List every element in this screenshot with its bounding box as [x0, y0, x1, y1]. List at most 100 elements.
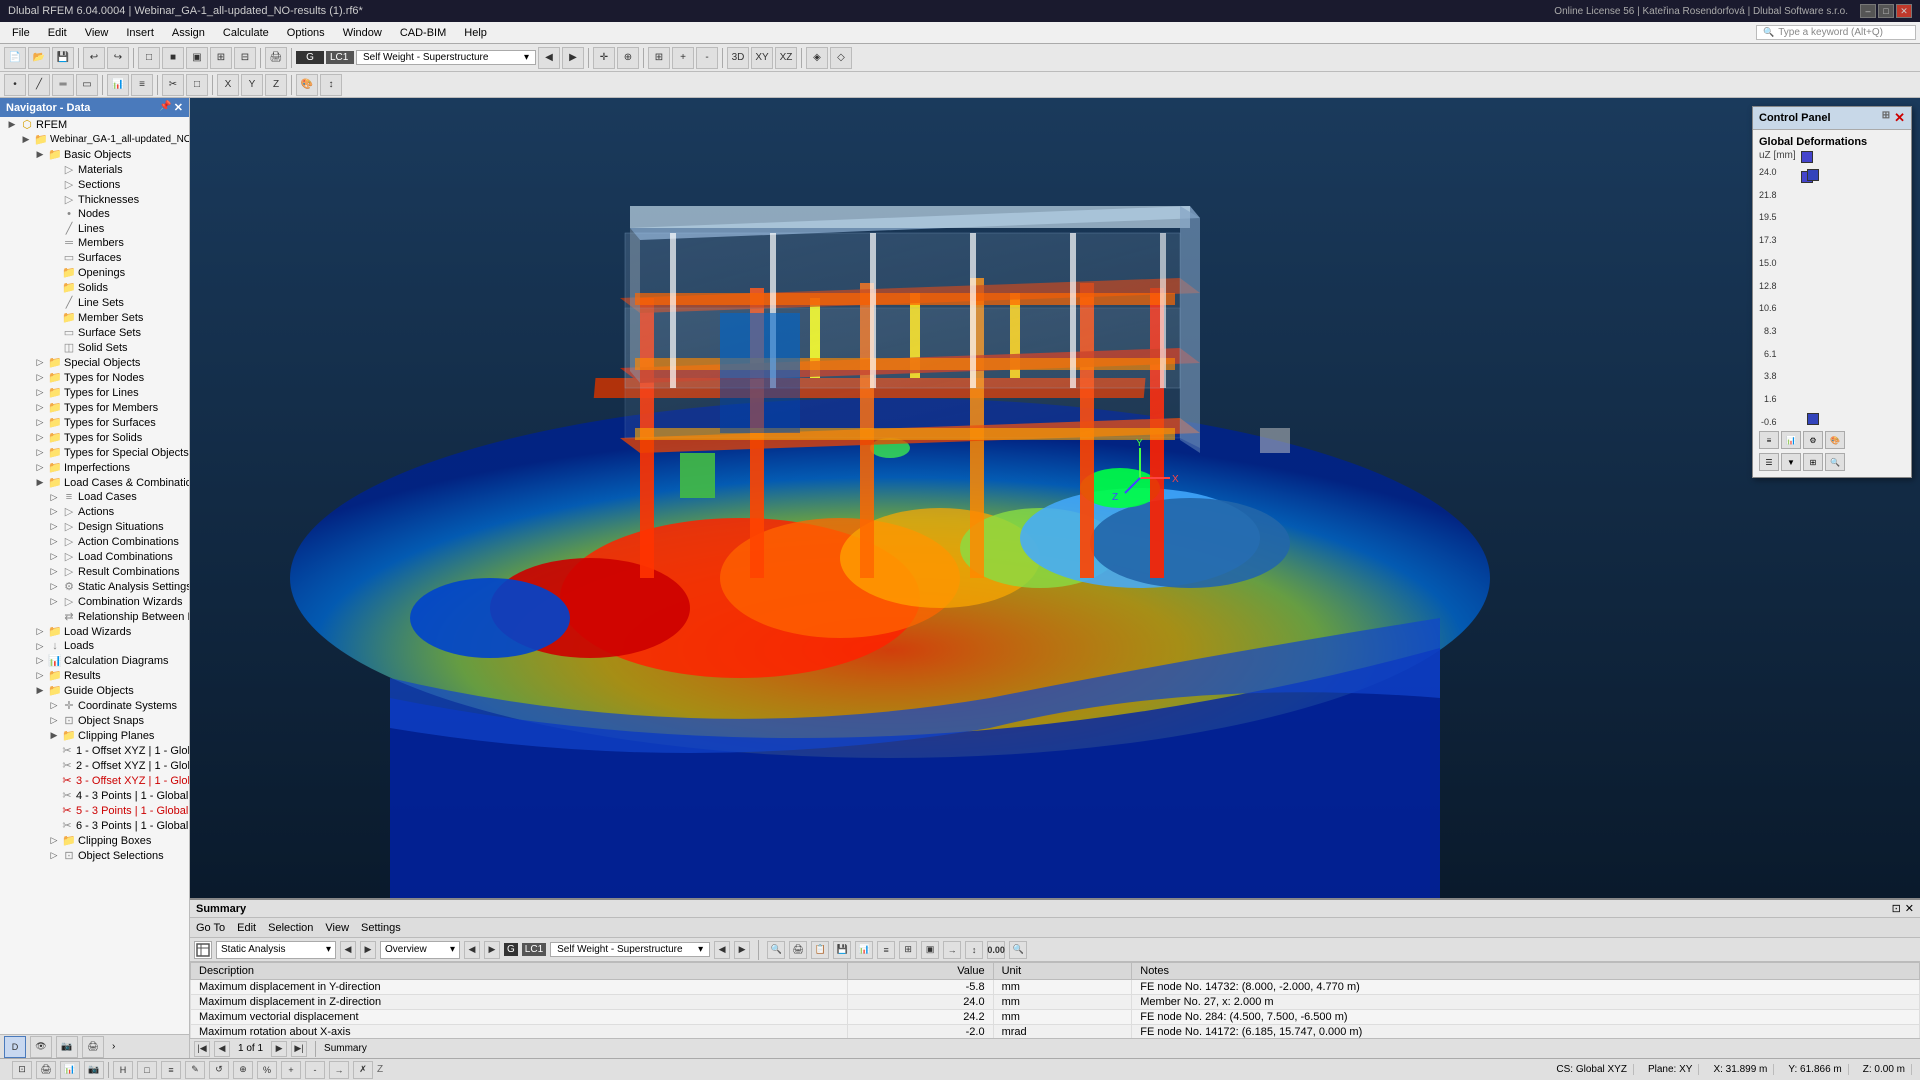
view-prev-btn[interactable]: ◀	[464, 941, 480, 959]
tree-calc-diagrams[interactable]: ▷ 📊 Calculation Diagrams	[0, 653, 189, 668]
analysis-nav-icon[interactable]	[194, 941, 212, 959]
status-btn4[interactable]: 📷	[84, 1061, 104, 1079]
summary-view[interactable]: View	[325, 922, 349, 934]
load-case-dropdown[interactable]: Self Weight - Superstructure ▾	[356, 50, 536, 65]
disp-color-btn[interactable]: 🎨	[296, 74, 318, 96]
sum-tb1[interactable]: 🔍	[767, 941, 785, 959]
status-btn7[interactable]: ≡	[161, 1061, 181, 1079]
new-btn[interactable]: 📄	[4, 47, 26, 69]
table-row[interactable]: Maximum vectorial displacement 24.2 mm F…	[191, 1010, 1920, 1025]
save-btn[interactable]: 💾	[52, 47, 74, 69]
analysis-type-dropdown[interactable]: Static Analysis ▾	[216, 941, 336, 959]
tree-project[interactable]: ▶ 📁 Webinar_GA-1_all-updated_NO-resul	[0, 132, 189, 147]
tree-relationship[interactable]: ⇄ Relationship Between Load C	[0, 609, 189, 624]
status-btn3[interactable]: 📊	[60, 1061, 80, 1079]
sum-search-btn[interactable]: 🔍	[1009, 941, 1027, 959]
tree-materials[interactable]: ▷ Materials	[0, 162, 189, 177]
cp-header-controls[interactable]: ⊞ ✕	[1882, 110, 1905, 126]
tree-static-settings[interactable]: ▷ ⚙ Static Analysis Settings	[0, 579, 189, 594]
wire-btn[interactable]: ◇	[830, 47, 852, 69]
last-page-btn[interactable]: ▶|	[291, 1041, 307, 1057]
cursor-btn[interactable]: ✛	[593, 47, 615, 69]
tree-object-snaps[interactable]: ▷ ⊡ Object Snaps	[0, 713, 189, 728]
tree-rfem[interactable]: ▶ ⬡ RFEM	[0, 117, 189, 132]
status-btn12[interactable]: +	[281, 1061, 301, 1079]
z-axis-btn[interactable]: Z	[265, 74, 287, 96]
tree-member-sets[interactable]: 📁 Member Sets	[0, 310, 189, 325]
summary-selection[interactable]: Selection	[268, 922, 313, 934]
summary-goto[interactable]: Go To	[196, 922, 225, 934]
tree-clip1[interactable]: ✂ 1 - Offset XYZ | 1 - Global X	[0, 743, 189, 758]
tree-guide-objects[interactable]: ▶ 📁 Guide Objects	[0, 683, 189, 698]
menu-assign[interactable]: Assign	[164, 25, 213, 41]
menu-cad-bim[interactable]: CAD-BIM	[392, 25, 454, 41]
status-btn2[interactable]: 🖨	[36, 1061, 56, 1079]
x-axis-btn[interactable]: X	[217, 74, 239, 96]
sum-tb6[interactable]: ≡	[877, 941, 895, 959]
tree-types-surfaces[interactable]: ▷ 📁 Types for Surfaces	[0, 415, 189, 430]
search-box[interactable]: 🔍 Type a keyword (Alt+Q)	[1756, 25, 1916, 40]
next-page-btn[interactable]: ▶	[271, 1041, 287, 1057]
tree-clip5[interactable]: ✂ 5 - 3 Points | 1 - Global XYZ	[0, 803, 189, 818]
nav-display-btn[interactable]: 👁	[30, 1036, 52, 1058]
box3-btn[interactable]: ▣	[186, 47, 208, 69]
nav-print-btn[interactable]: 🖨	[82, 1036, 104, 1058]
menu-view[interactable]: View	[77, 25, 117, 41]
viewxz-btn[interactable]: XZ	[775, 47, 797, 69]
viewxy-btn[interactable]: XY	[751, 47, 773, 69]
analysis-next-btn[interactable]: ▶	[360, 941, 376, 959]
sum-tb5[interactable]: 📊	[855, 941, 873, 959]
nav-close-btn[interactable]: ✕	[174, 101, 183, 114]
tree-clip6[interactable]: ✂ 6 - 3 Points | 1 - Global XYZ	[0, 818, 189, 833]
tree-load-cases[interactable]: ▷ ≡ Load Cases	[0, 490, 189, 504]
close-button[interactable]: ✕	[1896, 4, 1912, 18]
status-btn13[interactable]: -	[305, 1061, 325, 1079]
tree-action-combos[interactable]: ▷ ▷ Action Combinations	[0, 534, 189, 549]
status-btn1[interactable]: ⊡	[12, 1061, 32, 1079]
print-btn[interactable]: 🖨	[265, 47, 287, 69]
menu-options[interactable]: Options	[279, 25, 333, 41]
tree-solid-sets[interactable]: ◫ Solid Sets	[0, 340, 189, 355]
tree-clipping-planes[interactable]: ▶ 📁 Clipping Planes	[0, 728, 189, 743]
window-controls[interactable]: – □ ✕	[1860, 4, 1912, 18]
tree-thicknesses[interactable]: ▷ Thicknesses	[0, 192, 189, 207]
select-btn[interactable]: ⊕	[617, 47, 639, 69]
zoom-in-btn[interactable]: +	[672, 47, 694, 69]
tree-types-nodes[interactable]: ▷ 📁 Types for Nodes	[0, 370, 189, 385]
clip-view-btn[interactable]: □	[186, 74, 208, 96]
node-btn[interactable]: •	[4, 74, 26, 96]
menu-insert[interactable]: Insert	[118, 25, 162, 41]
tree-clip3[interactable]: ✂ 3 - Offset XYZ | 1 - Global X	[0, 773, 189, 788]
sum-lc-prev[interactable]: ◀	[714, 941, 730, 959]
tree-sections[interactable]: ▷ Sections	[0, 177, 189, 192]
cp-color-btn[interactable]: 🎨	[1825, 431, 1845, 449]
status-btn14[interactable]: →	[329, 1061, 349, 1079]
tree-load-combos[interactable]: ▷ ▷ Load Combinations	[0, 549, 189, 564]
nav-pin-btn[interactable]: 📌	[159, 101, 171, 114]
zoom-all-btn[interactable]: ⊞	[648, 47, 670, 69]
sum-tb11[interactable]: 0.00	[987, 941, 1005, 959]
summary-expand-btn[interactable]: ⊡	[1892, 902, 1901, 915]
surface-btn[interactable]: ▭	[76, 74, 98, 96]
minimize-button[interactable]: –	[1860, 4, 1876, 18]
cp-close-btn[interactable]: ✕	[1894, 110, 1905, 126]
tree-imperfections[interactable]: ▷ 📁 Imperfections	[0, 460, 189, 475]
tree-coord-systems[interactable]: ▷ ✛ Coordinate Systems	[0, 698, 189, 713]
nav-scroll-right[interactable]: ›	[108, 1041, 119, 1052]
redo-btn[interactable]: ↪	[107, 47, 129, 69]
tree-types-special[interactable]: ▷ 📁 Types for Special Objects	[0, 445, 189, 460]
sum-lc-next[interactable]: ▶	[734, 941, 750, 959]
tree-loads[interactable]: ▷ ↓ Loads	[0, 639, 189, 653]
summary-header-controls[interactable]: ⊡ ✕	[1892, 902, 1914, 915]
cp-settings-btn[interactable]: ⚙	[1803, 431, 1823, 449]
menu-file[interactable]: File	[4, 25, 38, 41]
menu-window[interactable]: Window	[335, 25, 390, 41]
sum-tb2[interactable]: 🖨	[789, 941, 807, 959]
tree-clip4[interactable]: ✂ 4 - 3 Points | 1 - Global X	[0, 788, 189, 803]
tree-nodes[interactable]: • Nodes	[0, 207, 189, 221]
menu-edit[interactable]: Edit	[40, 25, 75, 41]
sum-tb4[interactable]: 💾	[833, 941, 851, 959]
cp-table-btn[interactable]: ≡	[1759, 431, 1779, 449]
cp-grid-btn[interactable]: ⊞	[1803, 453, 1823, 471]
nav-data-btn[interactable]: D	[4, 1036, 26, 1058]
